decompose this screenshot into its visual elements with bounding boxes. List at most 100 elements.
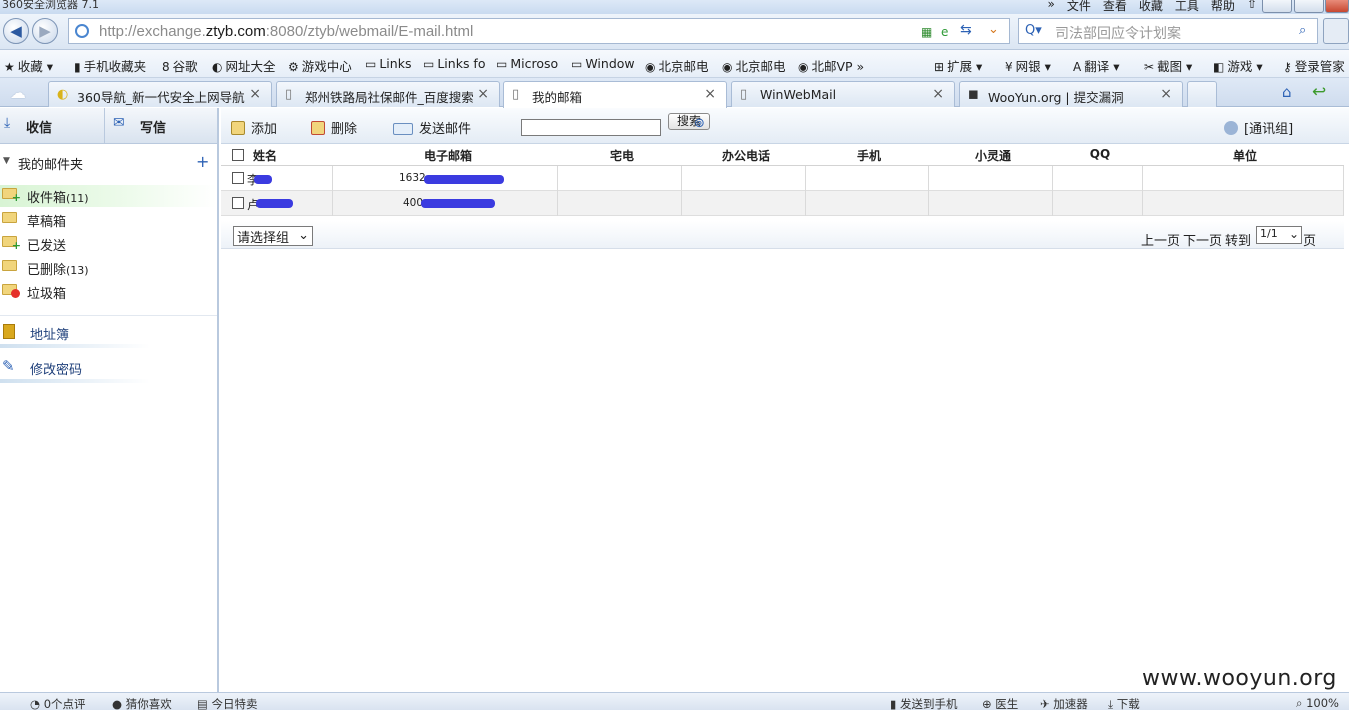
table-row[interactable]: 李 1632 [221, 166, 1344, 191]
add-button[interactable]: 添加 [231, 118, 277, 137]
send-mail-button[interactable]: 发送邮件 [393, 118, 471, 137]
fav-item[interactable]: ◉ 北京邮电 [645, 56, 709, 75]
fav-item[interactable]: ◐ 网址大全 [212, 56, 276, 75]
fav-item[interactable]: ⚙ 游戏中心 [288, 56, 352, 75]
fav-item[interactable]: ◉ 北邮VP » [798, 56, 864, 75]
column-header[interactable]: 办公电话 [722, 147, 770, 164]
menu-bar: » 文件 查看 收藏 工具 帮助 ⇧ [1048, 0, 1257, 14]
menu-help[interactable]: 帮助 [1211, 0, 1235, 14]
search-engine-icon[interactable]: Q▾ [1025, 23, 1042, 38]
menu-file[interactable]: 文件 [1067, 0, 1091, 14]
fav-item[interactable]: ▭ Links fo [423, 56, 485, 71]
delete-button[interactable]: 删除 [311, 118, 357, 137]
tab-360-nav[interactable]: ◐ 360导航_新一代安全上网导航 × [48, 81, 272, 107]
fav-item[interactable]: ◧ 游戏 ▾ [1213, 56, 1263, 75]
refresh-icon[interactable]: ⇆ [960, 22, 972, 38]
column-header[interactable]: 电子邮箱 [424, 147, 472, 164]
prev-page-link[interactable]: 上一页 [1141, 230, 1180, 249]
row-checkbox[interactable] [232, 197, 244, 209]
sidebar-item-drafts[interactable]: 草稿箱 [0, 209, 217, 231]
group-select[interactable]: 请选择组 ⌄ [233, 226, 313, 246]
select-all-checkbox[interactable] [232, 149, 244, 161]
search-icon[interactable]: ⌕ [1299, 23, 1306, 38]
menu-tools[interactable]: 工具 [1175, 0, 1199, 14]
sidebar-item-address-book[interactable]: 地址簿 [0, 318, 217, 348]
tab-baidu-search[interactable]: ▯ 郑州铁路局社保邮件_百度搜索 × [276, 81, 500, 107]
address-bar[interactable]: http://exchange.ztyb.com:8080/ztyb/webma… [68, 18, 1010, 44]
fav-item[interactable]: ✂ 截图 ▾ [1144, 56, 1192, 75]
collapse-triangle-icon[interactable]: ▼ [3, 156, 10, 166]
sent-folder-icon [2, 236, 21, 252]
close-tab-icon[interactable]: × [477, 86, 489, 102]
contacts-group-button[interactable]: [通讯组] [1224, 118, 1293, 137]
column-header[interactable]: QQ [1090, 147, 1110, 161]
user-avatar[interactable] [1323, 18, 1349, 44]
receive-button[interactable]: 收信 [26, 117, 52, 136]
close-tab-icon[interactable]: × [249, 86, 261, 102]
undo-close-icon[interactable]: ↩ [1312, 82, 1326, 102]
contact-email[interactable]: 1632 [399, 172, 426, 184]
sidebar-item-junk[interactable]: 垃圾箱 [0, 281, 217, 303]
fav-item[interactable]: 8 谷歌 [162, 56, 198, 75]
sidebar-item-deleted[interactable]: 已删除(13) [0, 257, 217, 279]
tab-winwebmail[interactable]: ▯ WinWebMail × [731, 81, 955, 107]
close-window-button[interactable] [1325, 0, 1349, 13]
fav-item[interactable]: ▮ 手机收藏夹 [74, 56, 146, 75]
fav-item[interactable]: ⊞ 扩展 ▾ [934, 56, 982, 75]
sidebar-item-sent[interactable]: 已发送 [0, 233, 217, 255]
watermark: www.wooyun.org [1142, 666, 1337, 691]
inbox-download-icon: ⤓ [4, 115, 11, 131]
tab-wooyun[interactable]: ◼ WooYun.org | 提交漏洞 × [959, 81, 1183, 107]
column-header[interactable]: 单位 [1233, 147, 1257, 164]
menu-expand-icon[interactable]: » [1048, 0, 1055, 14]
forward-button[interactable]: ▶ [32, 18, 58, 44]
close-tab-icon[interactable]: × [704, 86, 716, 102]
menu-favorites[interactable]: 收藏 [1139, 0, 1163, 14]
sidebar-item-change-password[interactable]: ✎ 修改密码 [0, 353, 217, 383]
window-titlebar: 360安全浏览器 7.1 » 文件 查看 收藏 工具 帮助 ⇧ [0, 0, 1349, 14]
fav-item[interactable]: ◉ 北京邮电 [722, 56, 786, 75]
new-tab-button[interactable] [1187, 81, 1217, 107]
search-placeholder: 司法部回应令计划案 [1055, 26, 1181, 42]
fav-item[interactable]: ▭ Links [365, 56, 411, 71]
maximize-button[interactable] [1294, 0, 1324, 13]
fav-item[interactable]: A 翻译 ▾ [1073, 56, 1119, 75]
sidebar-item-inbox[interactable]: 收件箱(11) [0, 185, 217, 207]
fav-item[interactable]: ⚷ 登录管家 [1283, 56, 1345, 75]
dropdown-chevron-icon[interactable]: ⌄ [988, 22, 999, 37]
tab-my-mailbox[interactable]: ▯ 我的邮箱 × [503, 81, 727, 108]
fav-item[interactable]: ▭ Microso [496, 56, 558, 71]
column-header[interactable]: 宅电 [610, 147, 634, 164]
fav-item[interactable]: ★ 收藏 ▾ [4, 56, 53, 75]
google-icon: 8 [162, 60, 170, 74]
menu-view[interactable]: 查看 [1103, 0, 1127, 14]
compose-button[interactable]: 写信 [140, 117, 166, 136]
zoom-level[interactable]: ⌕ 100% [1296, 696, 1339, 711]
search-engine-box[interactable]: Q▾ 司法部回应令计划案 ⌕ [1018, 18, 1318, 44]
mail-sidebar: ⤓ 收信 ✉ 写信 ▼ 我的邮件夹 + 收件箱(11) 草稿箱 已发送 已删除(… [0, 108, 219, 692]
next-page-link[interactable]: 下一页 [1183, 230, 1222, 249]
search-input[interactable] [521, 119, 661, 136]
folder-icon: ▭ [365, 57, 377, 71]
qr-code-icon[interactable]: ▦ [921, 25, 932, 39]
column-header[interactable]: 姓名 [253, 147, 277, 164]
fav-item[interactable]: ¥ 网银 ▾ [1005, 56, 1051, 75]
page-select[interactable]: 1/1 ⌄ [1256, 226, 1302, 244]
fav-item[interactable]: ▭ Window [571, 56, 635, 71]
close-tab-icon[interactable]: × [1160, 86, 1172, 102]
ie-mode-icon[interactable]: e [941, 25, 948, 39]
row-checkbox[interactable] [232, 172, 244, 184]
minimize-button[interactable] [1262, 0, 1292, 13]
cloud-icon[interactable]: ☁ [10, 83, 26, 102]
bank-icon: ¥ [1005, 60, 1013, 74]
column-header[interactable]: 小灵通 [975, 147, 1011, 164]
column-header[interactable]: 手机 [857, 147, 881, 164]
up-arrow-icon[interactable]: ⇧ [1247, 0, 1257, 14]
folders-header[interactable]: ▼ 我的邮件夹 + [0, 152, 217, 176]
table-row[interactable]: 卢 400 [221, 191, 1344, 216]
close-tab-icon[interactable]: × [932, 86, 944, 102]
add-folder-icon[interactable]: + [196, 152, 209, 171]
back-button[interactable]: ◀ [3, 18, 29, 44]
home-icon[interactable]: ⌂ [1282, 83, 1292, 101]
address-book-icon [3, 324, 15, 339]
